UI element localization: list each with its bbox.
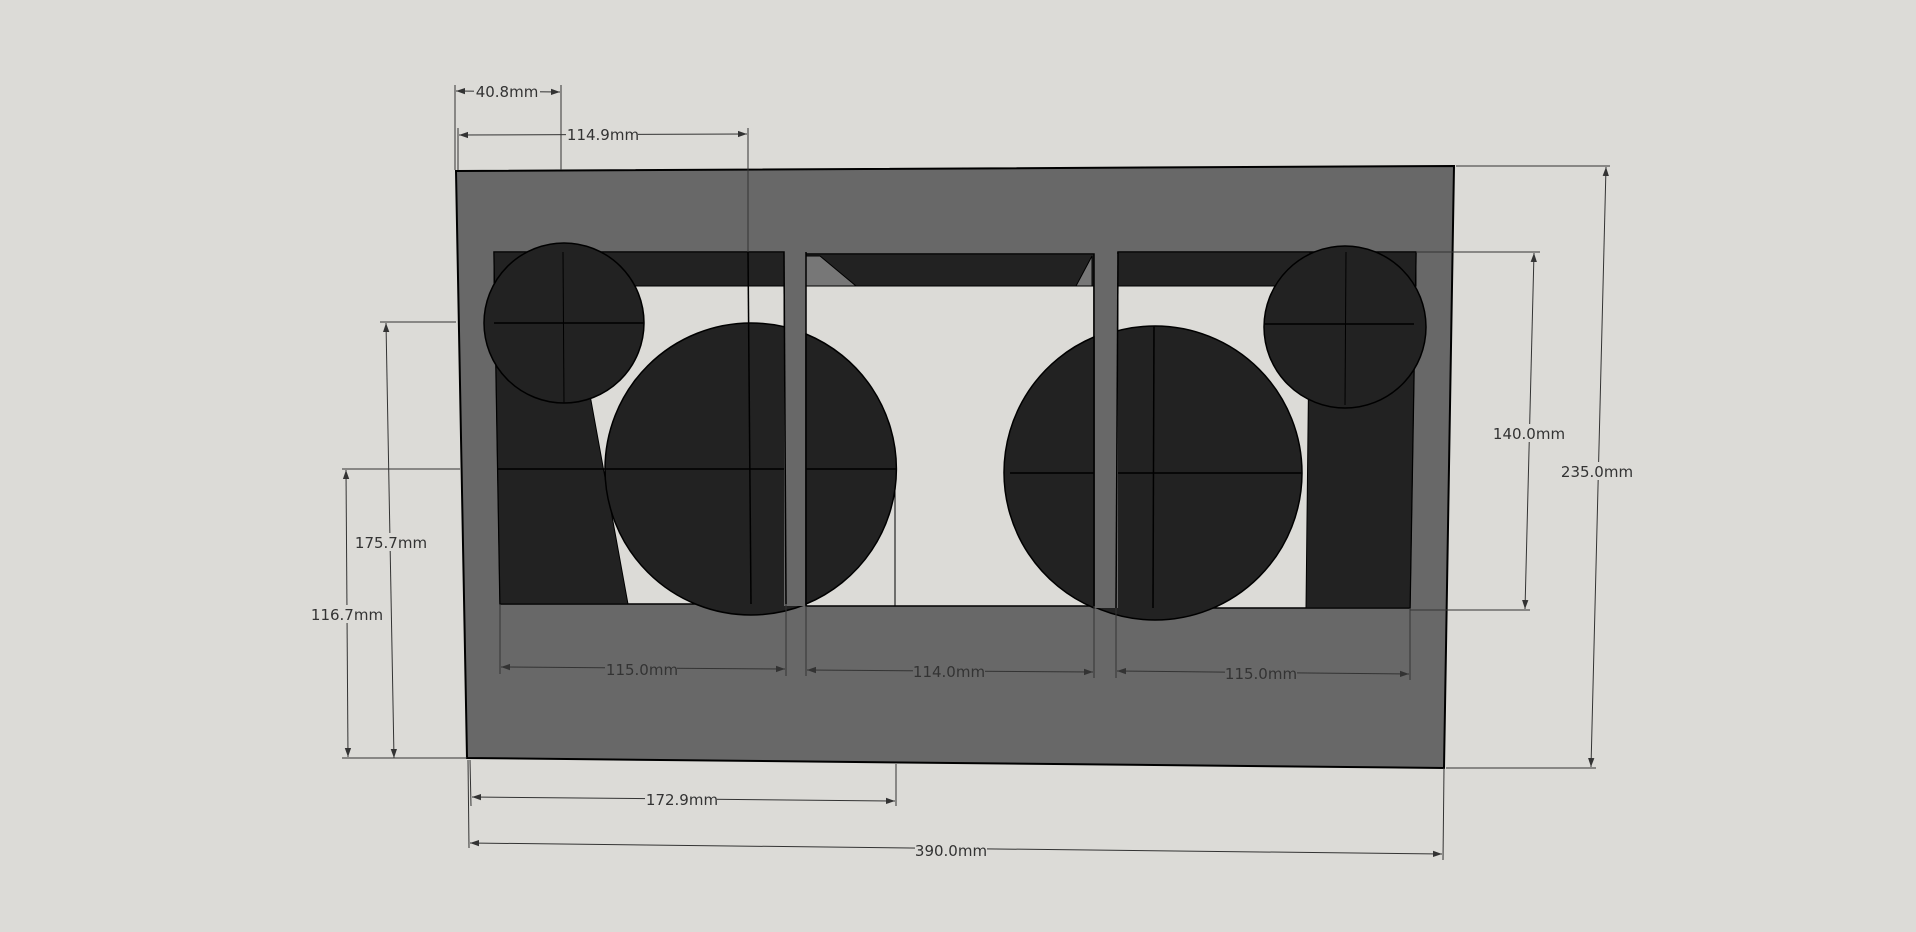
dim-label-40-8: 40.8mm xyxy=(476,83,539,101)
dim-label-116-7: 116.7mm xyxy=(311,606,383,624)
dim-label-390-0: 390.0mm xyxy=(915,842,987,860)
dim-label-235-0: 235.0mm xyxy=(1561,463,1633,481)
dim-390-ext-left xyxy=(467,759,470,849)
dim-label-140-0: 140.0mm xyxy=(1493,425,1565,443)
dim-label-175-7: 175.7mm xyxy=(355,534,427,552)
dim-390-ext-right xyxy=(1442,767,1445,861)
right-divider xyxy=(1094,254,1118,608)
dim-label-115-right: 115.0mm xyxy=(1225,665,1297,683)
dim-label-114-0: 114.0mm xyxy=(913,663,985,681)
dim-label-115-left: 115.0mm xyxy=(606,661,678,679)
cad-drawing: 40.8mm 114.9mm 175.7mm 116.7mm 115.0mm 1… xyxy=(310,82,1634,861)
drawing-canvas: 40.8mm 114.9mm 175.7mm 116.7mm 115.0mm 1… xyxy=(0,0,1916,928)
dim-label-114-9: 114.9mm xyxy=(567,126,639,144)
dim-label-172-9: 172.9mm xyxy=(646,791,718,809)
left-divider xyxy=(784,252,806,606)
right-woofer-crosshair-v xyxy=(1152,325,1155,609)
dim-172-9-ext-left xyxy=(469,759,472,807)
